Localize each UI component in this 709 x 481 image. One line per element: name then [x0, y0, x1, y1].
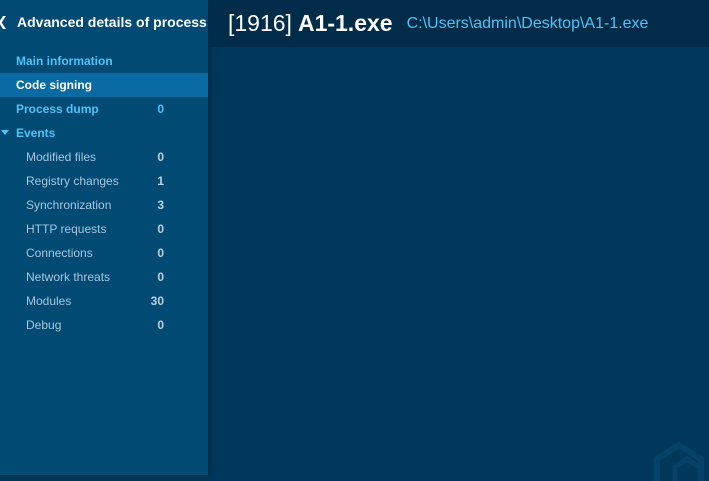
- process-header: [1916] A1-1.exe C:\Users\admin\Desktop\A…: [208, 0, 709, 47]
- nav-item-label: Events: [16, 126, 56, 140]
- nav-subitem-count: 3: [157, 198, 164, 212]
- nav-item-label: Code signing: [16, 78, 92, 92]
- nav-subitem-count: 0: [157, 246, 164, 260]
- nav-subitem-label: Network threats: [26, 270, 111, 284]
- nav-subitem-synchronization[interactable]: Synchronization 3: [0, 193, 208, 217]
- caret-down-icon[interactable]: [1, 130, 9, 135]
- sidebar-nav: Main information Code signing Process du…: [0, 49, 208, 337]
- nav-item-label: Main information: [16, 54, 113, 68]
- nav-item-code-signing[interactable]: Code signing: [0, 73, 208, 97]
- nav-subitem-label: Modules: [26, 294, 72, 308]
- chevron-left-icon[interactable]: ❮: [0, 0, 9, 44]
- sidebar-header: ❮ Advanced details of process: [0, 0, 208, 44]
- process-name: A1-1.exe: [297, 10, 393, 36]
- nav-subitem-count: 0: [157, 270, 164, 284]
- nav-subitem-count: 1: [157, 174, 164, 188]
- nav-subitem-label: Debug: [26, 318, 62, 332]
- nav-subitem-label: Synchronization: [26, 198, 112, 212]
- nav-subitem-modified-files[interactable]: Modified files 0: [0, 145, 208, 169]
- nav-subitem-label: Registry changes: [26, 174, 119, 188]
- nav-subitem-label: HTTP requests: [26, 222, 107, 236]
- nav-item-process-dump[interactable]: Process dump 0: [0, 97, 208, 121]
- nav-item-label: Process dump: [16, 102, 99, 116]
- nav-subitem-label: Connections: [26, 246, 93, 260]
- nav-subitem-count: 0: [157, 222, 164, 236]
- nav-subitem-label: Modified files: [26, 150, 97, 164]
- sidebar-title: Advanced details of process: [17, 14, 207, 30]
- nav-subitem-http-requests[interactable]: HTTP requests 0: [0, 217, 208, 241]
- nav-subitem-modules[interactable]: Modules 30: [0, 289, 208, 313]
- nav-item-events[interactable]: Events: [0, 121, 208, 145]
- nav-item-count: 0: [157, 102, 164, 116]
- nav-subitem-registry-changes[interactable]: Registry changes 1: [0, 169, 208, 193]
- nav-subitem-network-threats[interactable]: Network threats 0: [0, 265, 208, 289]
- sidebar: ❮ Advanced details of process Main infor…: [0, 0, 208, 475]
- logo-watermark-icon: [654, 441, 704, 481]
- process-path: C:\Users\admin\Desktop\A1-1.exe: [406, 14, 649, 32]
- nav-subitem-count: 0: [157, 318, 164, 332]
- nav-item-main-information[interactable]: Main information: [0, 49, 208, 73]
- nav-subitem-debug[interactable]: Debug 0: [0, 313, 208, 337]
- nav-subitem-count: 0: [157, 150, 164, 164]
- nav-subitem-count: 30: [150, 294, 164, 308]
- nav-subitem-connections[interactable]: Connections 0: [0, 241, 208, 265]
- process-id: [1916]: [228, 10, 292, 36]
